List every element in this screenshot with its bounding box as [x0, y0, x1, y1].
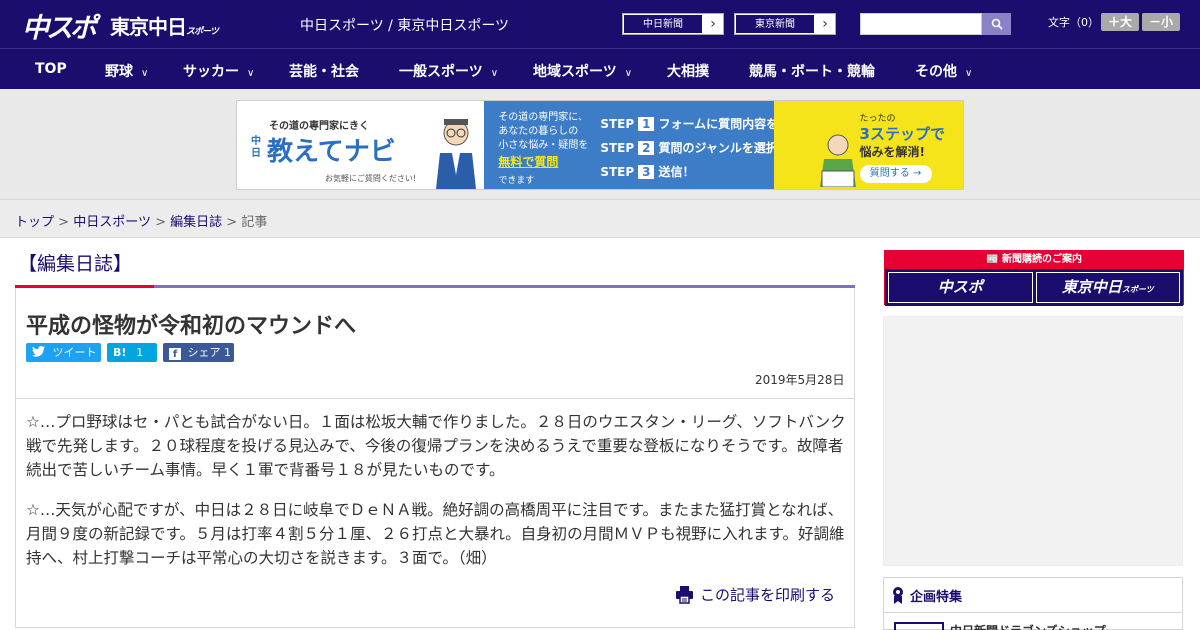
- nav-item-top[interactable]: TOP: [35, 61, 67, 77]
- nav-item-entertainment[interactable]: 芸能・社会: [289, 61, 359, 81]
- feature-box: 企画特集 中日新聞ドラゴンズショップ: [883, 577, 1183, 630]
- search-input[interactable]: [860, 13, 982, 35]
- breadcrumb-current: 記事: [241, 215, 268, 230]
- promo-tokyo-chunichi[interactable]: 東京中日スポーツ: [1035, 272, 1180, 303]
- nav-item-local-sports[interactable]: 地域スポーツ ∨: [533, 61, 632, 81]
- nav-item-soccer[interactable]: サッカー ∨: [183, 61, 254, 81]
- site-name: 中日スポーツ / 東京中日スポーツ: [300, 18, 510, 34]
- chevron-right-icon: ›: [710, 16, 716, 32]
- article-title: 平成の怪物が令和初のマウンドへ: [26, 314, 357, 339]
- chevron-right-icon: ›: [822, 16, 828, 32]
- feature-thumbnail[interactable]: [894, 622, 944, 630]
- feature-item-link[interactable]: 中日新聞ドラゴンズショップ: [950, 622, 1106, 630]
- subscription-promo[interactable]: 📰 新聞購読のご案内 中スポ 東京中日スポーツ: [884, 250, 1184, 306]
- breadcrumb-editorial-diary[interactable]: 編集日誌: [170, 215, 222, 230]
- ribbon-badge-icon: [893, 587, 903, 604]
- chevron-down-icon: ∨: [247, 68, 255, 79]
- search-icon: [991, 18, 1003, 30]
- site-header: 中スポ 東京中日スポーツ 中日スポーツ / 東京中日スポーツ 中日新聞 › 東京…: [0, 0, 1200, 48]
- tweet-button[interactable]: ツイート: [26, 343, 101, 362]
- person-laptop-icon: [819, 134, 856, 187]
- oshiete-navi-banner[interactable]: その道の専門家にきく 中日 教えてナビ お気軽にご質問ください! その道の専門家…: [236, 100, 964, 190]
- breadcrumb-chunichi-sports[interactable]: 中日スポーツ: [73, 215, 151, 230]
- promo-chunichi-sports[interactable]: 中スポ: [888, 272, 1033, 303]
- expert-illustration-icon: [436, 119, 476, 189]
- chevron-down-icon: ∨: [965, 68, 973, 79]
- divider: [16, 398, 854, 399]
- category-heading: 【編集日誌】: [18, 253, 133, 275]
- hatena-icon: B!: [113, 346, 127, 359]
- hatena-bookmark-button[interactable]: B! 1: [107, 343, 157, 362]
- font-smaller-button[interactable]: －小: [1142, 13, 1180, 31]
- breadcrumb-top[interactable]: トップ: [15, 215, 54, 230]
- facebook-share-button[interactable]: f シェア 1: [163, 343, 234, 362]
- ad-banner-area: その道の専門家にきく 中日 教えてナビ お気軽にご質問ください! その道の専門家…: [0, 89, 1200, 200]
- ad-slot: [883, 316, 1183, 566]
- banner-brand: 教えてナビ: [267, 137, 396, 167]
- facebook-icon: f: [169, 348, 181, 360]
- chunichi-shimbun-link[interactable]: 中日新聞 ›: [622, 13, 724, 35]
- chunichi-sports-logo[interactable]: 中スポ: [22, 6, 97, 45]
- tokyo-chunichi-sports-logo[interactable]: 東京中日スポーツ: [110, 11, 219, 40]
- nav-item-baseball[interactable]: 野球 ∨: [105, 61, 148, 81]
- arrow-right-icon: →: [912, 168, 922, 179]
- search-button[interactable]: [982, 13, 1011, 35]
- twitter-bird-icon: [32, 346, 45, 357]
- nav-item-sumo[interactable]: 大相撲: [667, 61, 709, 81]
- nav-item-other[interactable]: その他 ∨: [915, 61, 972, 81]
- article-paragraph: ☆…プロ野球はセ・パとも試合がない日。１面は松坂大輔で作りました。２８日のウエス…: [26, 413, 846, 479]
- ask-cta-button[interactable]: 質問する →: [859, 165, 932, 183]
- main-nav: TOP 野球 ∨ サッカー ∨ 芸能・社会 一般スポーツ ∨ 地域スポーツ ∨ 大相撲 …: [0, 48, 1200, 89]
- tokyo-shimbun-link[interactable]: 東京新聞 ›: [734, 13, 836, 35]
- print-article-link[interactable]: この記事を印刷する: [675, 584, 835, 605]
- nav-item-racing[interactable]: 競馬・ボート・競輪: [749, 61, 875, 81]
- font-larger-button[interactable]: ＋大: [1101, 13, 1139, 31]
- font-size-label: 文字（0）: [1048, 16, 1099, 29]
- chevron-down-icon: ∨: [141, 68, 149, 79]
- chevron-down-icon: ∨: [624, 68, 633, 79]
- printer-icon: [676, 586, 693, 604]
- nav-item-general-sports[interactable]: 一般スポーツ ∨: [399, 61, 498, 81]
- breadcrumb: トップ > 中日スポーツ > 編集日誌 > 記事: [0, 200, 1200, 238]
- article-paragraph: ☆…天気が心配ですが、中日は２８日に岐阜でＤｅＮＡ戦。絶好調の高橋周平に注目です…: [26, 501, 845, 567]
- article-date: 2019年5月28日: [755, 373, 845, 387]
- newspaper-icon: 📰: [986, 254, 999, 265]
- chevron-down-icon: ∨: [490, 68, 499, 79]
